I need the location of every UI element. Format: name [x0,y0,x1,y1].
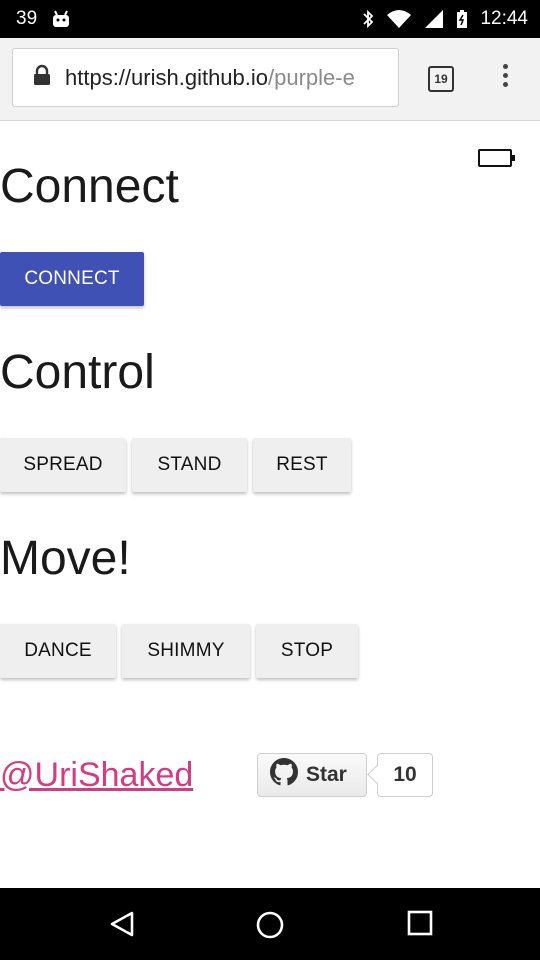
notification-count: 39 [16,8,38,29]
status-bar: 39 12:44 [0,0,540,38]
device-battery-icon [478,149,515,167]
browser-toolbar: https://urish.github.io/purple-e 19 [0,38,540,121]
status-time: 12:44 [480,8,528,29]
star-label: Star [306,763,347,786]
connect-heading: Connect [0,160,179,213]
back-icon[interactable] [108,910,136,938]
rest-button[interactable]: REST [253,438,351,492]
move-heading: Move! [0,532,131,585]
android-nav-bar [0,888,540,960]
twitter-handle-link[interactable]: @UriShaked [0,756,193,795]
recents-icon[interactable] [407,910,433,936]
bluetooth-icon [362,9,374,29]
github-star-button[interactable]: Star [257,753,367,797]
home-icon[interactable] [255,910,285,940]
overflow-menu-icon[interactable] [496,64,514,94]
star-count[interactable]: 10 [377,753,433,797]
url-host: https://urish.github.io [65,64,269,90]
address-bar[interactable]: https://urish.github.io/purple-e [12,48,399,107]
page-content: Connect CONNECT Control SPREAD STAND RES… [0,122,540,888]
github-icon [270,758,298,792]
wifi-icon [386,9,412,29]
lock-icon [33,64,51,91]
stop-button[interactable]: STOP [256,624,358,678]
connect-button[interactable]: CONNECT [0,252,144,306]
signal-icon [424,9,444,29]
spread-button[interactable]: SPREAD [0,438,126,492]
android-icon [51,10,71,28]
battery-icon [456,9,468,29]
stand-button[interactable]: STAND [132,438,247,492]
star-count-value: 10 [393,763,417,786]
control-heading: Control [0,346,155,399]
url-path: /purple-e [268,64,355,90]
tab-count: 19 [434,72,448,86]
shimmy-button[interactable]: SHIMMY [122,624,250,678]
url-text: https://urish.github.io/purple-e [65,65,355,91]
dance-button[interactable]: DANCE [0,624,116,678]
tab-switcher-button[interactable]: 19 [428,66,454,92]
